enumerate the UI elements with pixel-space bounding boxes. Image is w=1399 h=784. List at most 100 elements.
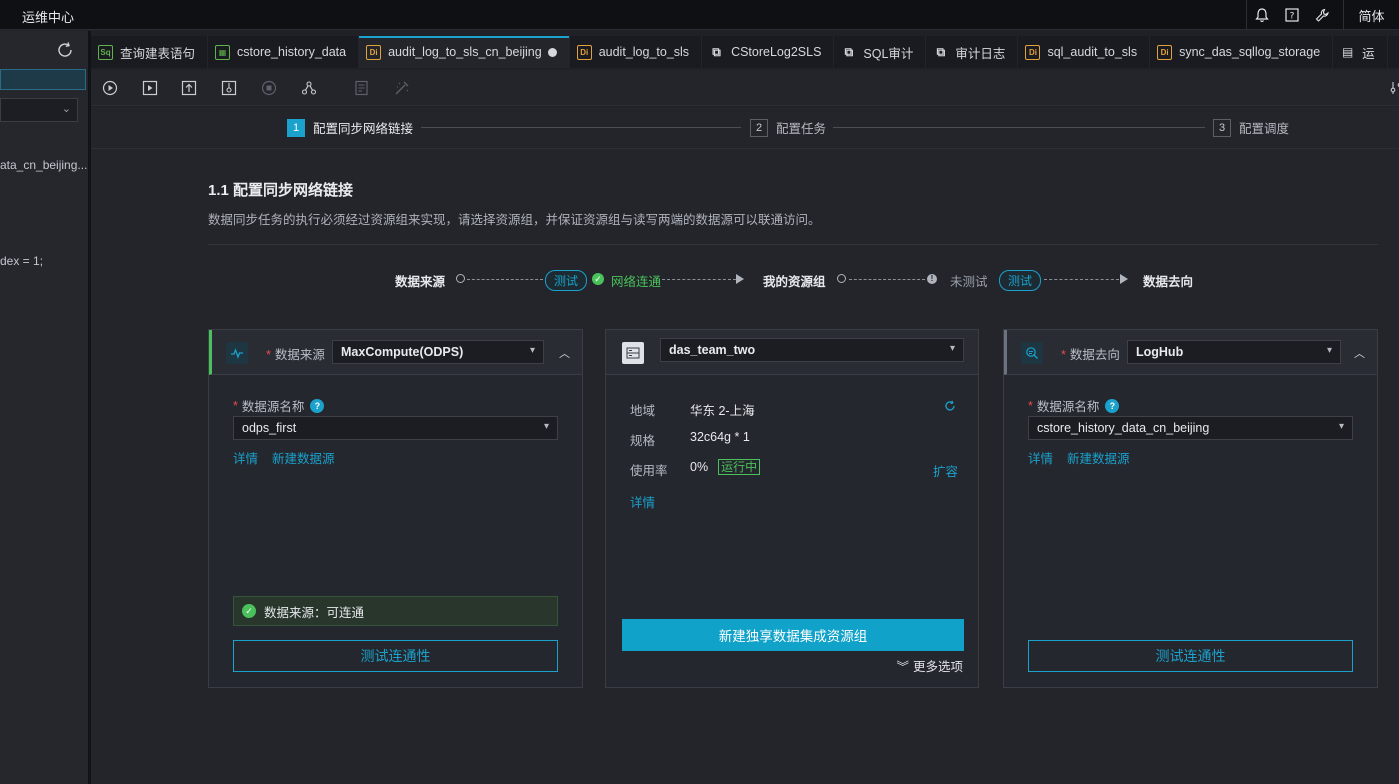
label-text: 数据去向 [1069, 348, 1120, 362]
left-selected-row[interactable] [0, 69, 86, 90]
tab-label: 运 [1362, 46, 1375, 61]
main-content: 1 配置同步网络链接 2 配置任务 3 配置调度 1.1 配置同步网络链接 数据同步任… [91, 107, 1399, 784]
svg-text:?: ? [1290, 12, 1295, 22]
resource-group-select[interactable]: das_team_two ▾ [660, 338, 964, 362]
source-name-select[interactable]: odps_first ▾ [233, 416, 558, 440]
tab-cstorelog2sls[interactable]: ⧉ CStoreLog2SLS [702, 36, 835, 68]
step-connector [421, 127, 741, 128]
test-pill[interactable]: 测试 [999, 269, 1042, 291]
step-2[interactable]: 2 配置任务 [750, 118, 826, 137]
run-with-params-icon[interactable] [141, 79, 159, 97]
editor-tabs: Sq 查询建表语句 ▦ cstore_history_data Di audit_lo… [91, 36, 1399, 68]
source-type-select[interactable]: MaxCompute(ODPS) ▾ [332, 340, 544, 364]
usage-percent: 0% [690, 460, 709, 474]
source-status-box: ✓ 数据来源：可连通 [233, 596, 558, 626]
flow-test-button-1[interactable]: 测试 [545, 269, 588, 291]
check-circle-icon: ✓ [242, 604, 256, 618]
language-switch[interactable]: 简体 [1344, 0, 1399, 30]
step-3[interactable]: 3 配置调度 [1213, 118, 1289, 137]
refresh-icon[interactable] [944, 400, 956, 415]
chevron-up-icon[interactable]: ︿ [559, 345, 570, 361]
flow-dash [1044, 279, 1119, 280]
source-detail-link[interactable]: 详情 [233, 448, 258, 467]
source-test-connectivity-button[interactable]: 测试连通性 [233, 640, 558, 672]
destination-new-datasource-link[interactable]: 新建数据源 [1067, 448, 1130, 467]
destination-detail-link[interactable]: 详情 [1028, 448, 1053, 467]
tab-sql-audit[interactable]: ⧉ SQL审计 [834, 36, 927, 68]
data-integration-icon: Di [1157, 44, 1173, 60]
tab-label: sync_das_sqllog_storage [1179, 45, 1321, 59]
source-card: * 数据来源 MaxCompute(ODPS) ▾ ︿ * 数据源名称? odps_f… [208, 329, 583, 688]
step-number: 2 [750, 118, 768, 137]
step-1[interactable]: 1 配置同步网络链接 [287, 118, 413, 137]
left-code-text: ata_cn_beijing... [0, 158, 88, 172]
double-chevron-down-icon: ︾ [896, 660, 909, 674]
data-integration-icon: Di [1025, 44, 1041, 60]
tab-audit-log-to-sls-cn-beijing[interactable]: Di audit_log_to_sls_cn_beijing [359, 36, 570, 68]
bell-icon[interactable] [1247, 0, 1277, 30]
tab-cstore-history-data[interactable]: ▦ cstore_history_data [208, 36, 360, 68]
workflow-icon: ⧉ [844, 44, 854, 59]
flow-connected-label: 网络连通 [611, 274, 662, 289]
submit-icon[interactable] [180, 79, 198, 97]
run-icon[interactable] [101, 79, 119, 97]
source-new-datasource-link[interactable]: 新建数据源 [272, 448, 335, 467]
wrench-icon[interactable] [1307, 0, 1337, 30]
more-options-button[interactable]: ︾ 更多选项 [896, 656, 963, 675]
help-icon[interactable]: ? [1277, 0, 1307, 30]
settings-sliders-icon[interactable] [1388, 79, 1399, 97]
create-resource-group-button[interactable]: 新建独享数据集成资源组 [622, 619, 964, 651]
destination-card: * 数据去向 LogHub ▾ ︿ * 数据源名称? cstore_history_d… [1003, 329, 1378, 688]
left-code-text: dex = 1; [0, 254, 44, 268]
expand-link[interactable]: 扩容 [933, 461, 958, 480]
test-pill[interactable]: 测试 [545, 269, 588, 291]
top-icons: ? 简体 [1246, 0, 1399, 30]
tab-label: audit_log_to_sls [598, 45, 690, 59]
flow-dash [467, 279, 543, 280]
select-value: das_team_two [669, 343, 756, 357]
app-title: 运维中心 [22, 10, 75, 25]
tab-label: sql_audit_to_sls [1047, 45, 1138, 59]
workflow-icon: ⧉ [712, 44, 721, 59]
flow-dash [849, 279, 925, 280]
destination-type-select[interactable]: LogHub ▾ [1127, 340, 1341, 364]
tab-audit-log-to-sls[interactable]: Di audit_log_to_sls [570, 36, 703, 68]
chevron-down-icon: ▾ [1326, 345, 1332, 356]
tab-query-ddl[interactable]: Sq 查询建表语句 [91, 36, 209, 68]
top-bar: 运维中心 ? 简体 [0, 0, 1399, 30]
label-text: 数据源名称 [241, 400, 305, 414]
lineage-icon[interactable] [300, 79, 318, 97]
left-dropdown[interactable]: ⌄ [0, 98, 78, 122]
help-icon[interactable]: ? [310, 398, 325, 413]
unsaved-dot-icon[interactable] [547, 47, 557, 57]
publish-icon[interactable] [220, 79, 238, 97]
group-detail-link[interactable]: 详情 [630, 492, 655, 511]
chevron-up-icon[interactable]: ︿ [1354, 345, 1365, 361]
step-label: 配置任务 [776, 122, 827, 136]
tab-ops[interactable]: ▤ 运 [1333, 36, 1388, 68]
tab-audit-log[interactable]: ⧉ 审计日志 [926, 36, 1019, 68]
divider [208, 244, 1378, 245]
step-number: 1 [287, 118, 305, 137]
tab-label: cstore_history_data [237, 45, 347, 59]
format-icon[interactable] [353, 79, 371, 97]
left-panel: ⌄ ata_cn_beijing... dex = 1; [0, 31, 88, 784]
usage-key: 使用率 [630, 464, 668, 478]
flow-test-button-2[interactable]: 测试 [999, 269, 1042, 291]
destination-name-select[interactable]: cstore_history_data_cn_beijing ▾ [1028, 416, 1353, 440]
spec-value: 32c64g * 1 [690, 430, 750, 444]
magic-wand-icon[interactable] [393, 79, 411, 97]
resource-group-card: das_team_two ▾ 地域 华东 2-上海 规格 32c64g * 1 使… [605, 329, 979, 688]
flow-group-label: 我的资源组 [763, 274, 826, 289]
chevron-down-icon: ⌄ [61, 103, 71, 115]
refresh-icon[interactable] [56, 41, 74, 64]
tab-sync-das-sqllog-storage[interactable]: Di sync_das_sqllog_storage [1150, 36, 1334, 68]
stop-icon[interactable] [260, 79, 278, 97]
destination-test-connectivity-button[interactable]: 测试连通性 [1028, 640, 1353, 672]
status-text: 数据来源：可连通 [264, 605, 365, 620]
help-icon[interactable]: ? [1105, 398, 1120, 413]
more-label: 更多选项 [912, 660, 963, 674]
required-mark: * [1028, 398, 1033, 413]
tab-sql-audit-to-sls[interactable]: Di sql_audit_to_sls [1018, 36, 1151, 68]
chevron-down-icon: ▾ [949, 343, 955, 354]
